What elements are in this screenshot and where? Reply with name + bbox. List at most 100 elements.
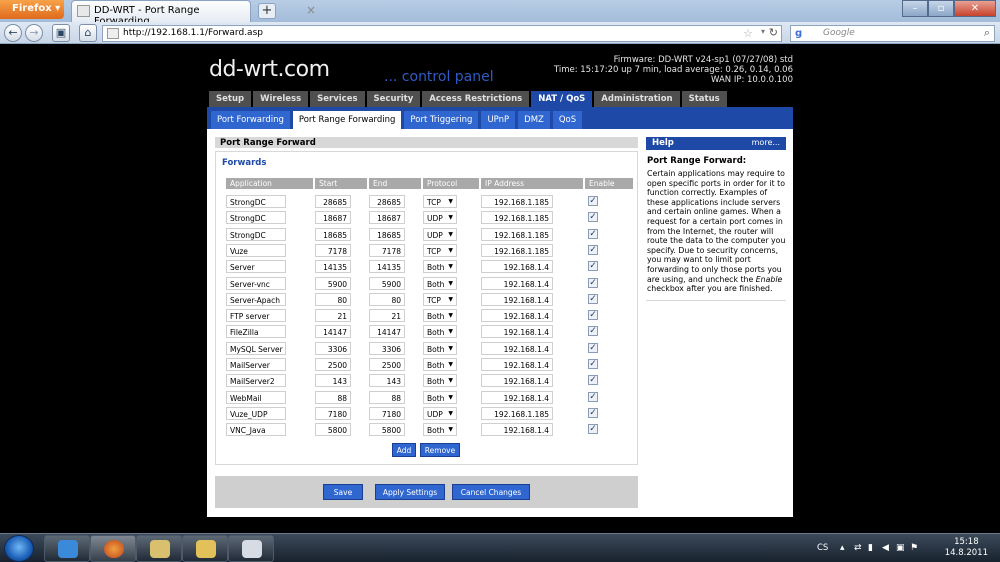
- start-port-input[interactable]: 88: [315, 390, 351, 404]
- search-box[interactable]: g Google ⌕: [790, 25, 995, 42]
- enable-checkbox[interactable]: ✓: [588, 391, 598, 402]
- taskbar-ie[interactable]: [44, 535, 90, 562]
- apply-settings-button[interactable]: Apply Settings: [375, 484, 445, 500]
- subtab-upnp[interactable]: UPnP: [481, 111, 516, 129]
- protocol-select[interactable]: Both ▼: [423, 341, 457, 355]
- clock[interactable]: 15:18 14.8.2011: [945, 537, 988, 559]
- ip-address-input[interactable]: 192.168.1.4: [481, 423, 553, 437]
- start-port-input[interactable]: 28685: [315, 195, 351, 208]
- subtab-dmz[interactable]: DMZ: [518, 111, 550, 129]
- protocol-select[interactable]: Both ▼: [423, 325, 457, 339]
- ip-address-input[interactable]: 192.168.1.4: [481, 309, 553, 323]
- start-port-input[interactable]: 2500: [315, 358, 351, 371]
- search-icon[interactable]: ⌕: [984, 26, 990, 40]
- protocol-select[interactable]: TCP ▼: [423, 195, 457, 208]
- enable-checkbox[interactable]: ✓: [588, 277, 598, 288]
- end-port-input[interactable]: 5900: [369, 276, 405, 290]
- start-port-input[interactable]: 7178: [315, 243, 351, 257]
- cancel-changes-button[interactable]: Cancel Changes: [452, 484, 530, 500]
- ip-address-input[interactable]: 192.168.1.185: [481, 243, 553, 257]
- end-port-input[interactable]: 7180: [369, 406, 405, 420]
- application-input[interactable]: MySQL Server: [226, 341, 286, 355]
- start-port-input[interactable]: 14147: [315, 325, 351, 339]
- tab-wireless[interactable]: Wireless: [253, 91, 309, 107]
- protocol-select[interactable]: Both ▼: [423, 260, 457, 274]
- protocol-select[interactable]: UDP ▼: [423, 227, 457, 241]
- tab-services[interactable]: Services: [310, 91, 365, 107]
- ip-address-input[interactable]: 192.168.1.185: [481, 211, 553, 225]
- application-input[interactable]: StrongDC: [226, 211, 286, 225]
- start-button[interactable]: [4, 535, 34, 562]
- maximize-icon[interactable]: ▫: [928, 0, 954, 17]
- subtab-qos[interactable]: QoS: [552, 111, 583, 129]
- browser-tab[interactable]: DD-WRT - Port Range Forwarding ×: [71, 0, 316, 27]
- ip-address-input[interactable]: 192.168.1.4: [481, 374, 553, 388]
- tab-nat-qos[interactable]: NAT / QoS: [531, 91, 593, 108]
- ip-address-input[interactable]: 192.168.1.4: [481, 341, 553, 355]
- application-input[interactable]: Server: [226, 260, 286, 274]
- taskbar-firefox[interactable]: [90, 535, 136, 562]
- new-tab-button[interactable]: +: [258, 3, 276, 19]
- protocol-select[interactable]: UDP ▼: [423, 406, 457, 420]
- back-icon[interactable]: ←: [4, 24, 22, 42]
- tab-status[interactable]: Status: [681, 91, 727, 107]
- end-port-input[interactable]: 3306: [369, 341, 405, 355]
- volume-icon[interactable]: ◀: [882, 543, 889, 553]
- application-input[interactable]: Vuze_UDP: [226, 406, 286, 420]
- ip-address-input[interactable]: 192.168.1.4: [481, 358, 553, 371]
- enable-checkbox[interactable]: ✓: [588, 326, 598, 337]
- minimize-icon[interactable]: –: [902, 0, 928, 17]
- end-port-input[interactable]: 18687: [369, 211, 405, 225]
- enable-checkbox[interactable]: ✓: [588, 359, 598, 369]
- enable-checkbox[interactable]: ✓: [588, 244, 598, 255]
- enable-checkbox[interactable]: ✓: [588, 293, 598, 304]
- application-input[interactable]: WebMail: [226, 390, 286, 404]
- google-engine-icon[interactable]: g: [795, 28, 807, 39]
- forward-icon[interactable]: →: [25, 24, 43, 42]
- end-port-input[interactable]: 14147: [369, 325, 405, 339]
- protocol-select[interactable]: Both ▼: [423, 423, 457, 437]
- close-tab-icon[interactable]: ×: [306, 3, 316, 17]
- end-port-input[interactable]: 18685: [369, 227, 405, 241]
- protocol-select[interactable]: Both ▼: [423, 390, 457, 404]
- enable-checkbox[interactable]: ✓: [588, 424, 598, 435]
- home-icon[interactable]: ⌂: [79, 24, 97, 42]
- protocol-select[interactable]: Both ▼: [423, 309, 457, 323]
- language-indicator[interactable]: CS: [817, 543, 828, 553]
- bookmark-star-icon[interactable]: ☆: [743, 27, 753, 40]
- sync-icon[interactable]: ⇄: [854, 543, 862, 553]
- reload-icon[interactable]: ↻: [769, 26, 778, 39]
- end-port-input[interactable]: 21: [369, 309, 405, 323]
- end-port-input[interactable]: 28685: [369, 195, 405, 208]
- end-port-input[interactable]: 143: [369, 374, 405, 388]
- tab-setup[interactable]: Setup: [209, 91, 252, 107]
- end-port-input[interactable]: 80: [369, 292, 405, 306]
- end-port-input[interactable]: 14135: [369, 260, 405, 274]
- taskbar-explorer[interactable]: [182, 535, 228, 562]
- subtab-port-triggering[interactable]: Port Triggering: [404, 111, 479, 129]
- application-input[interactable]: VNC_Java: [226, 423, 286, 437]
- url-bar[interactable]: http://192.168.1.1/Forward.asp ☆ ▾ ↻: [102, 25, 782, 42]
- application-input[interactable]: StrongDC: [226, 195, 286, 208]
- application-input[interactable]: FileZilla: [226, 325, 286, 339]
- end-port-input[interactable]: 7178: [369, 243, 405, 257]
- subtab-port-forwarding[interactable]: Port Forwarding: [211, 111, 290, 129]
- ip-address-input[interactable]: 192.168.1.185: [481, 227, 553, 241]
- application-input[interactable]: Vuze: [226, 243, 286, 257]
- end-port-input[interactable]: 88: [369, 390, 405, 404]
- start-port-input[interactable]: 3306: [315, 341, 351, 355]
- end-port-input[interactable]: 5800: [369, 423, 405, 437]
- start-port-input[interactable]: 5900: [315, 276, 351, 290]
- ip-address-input[interactable]: 192.168.1.4: [481, 276, 553, 290]
- protocol-select[interactable]: TCP ▼: [423, 243, 457, 257]
- enable-checkbox[interactable]: ✓: [588, 228, 598, 239]
- save-button[interactable]: Save: [323, 484, 363, 500]
- start-port-input[interactable]: 143: [315, 374, 351, 388]
- enable-checkbox[interactable]: ✓: [588, 212, 598, 223]
- action-center-icon[interactable]: ⚑: [910, 543, 918, 553]
- start-port-input[interactable]: 18685: [315, 227, 351, 241]
- page-menu-icon[interactable]: ▣: [52, 24, 70, 42]
- protocol-select[interactable]: Both ▼: [423, 374, 457, 388]
- application-input[interactable]: Server-vnc: [226, 276, 286, 290]
- firefox-menu-button[interactable]: Firefox ▾: [0, 0, 64, 19]
